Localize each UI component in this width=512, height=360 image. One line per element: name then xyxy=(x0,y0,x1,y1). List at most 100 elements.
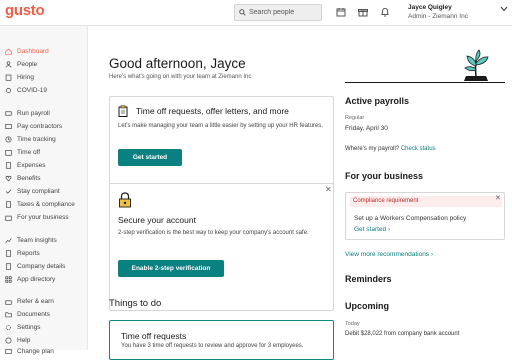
card-title: Secure your account xyxy=(118,215,196,225)
payroll-status-line: Where's my payroll? Check status xyxy=(345,146,436,152)
sidebar-item-settings[interactable]: Settings xyxy=(5,322,41,333)
sidebar-item-label: Company details xyxy=(17,263,66,270)
contractor-icon xyxy=(5,124,12,129)
search-box[interactable] xyxy=(234,4,322,21)
sidebar-item-label: For your business xyxy=(17,214,69,221)
view-more-label: View more recommendations xyxy=(345,251,430,258)
sidebar-item-covid-19[interactable]: COVID-19 xyxy=(5,85,47,96)
sidebar-item-benefits[interactable]: Benefits xyxy=(5,173,41,184)
user-menu[interactable]: Jayce Quigley Admin - Ziemann Inc xyxy=(408,3,468,21)
sidebar-item-app-directory[interactable]: App directory xyxy=(5,274,55,285)
secure-account-card: ✕ Secure your account 2-step verificatio… xyxy=(109,183,334,311)
chevron-right-icon: › xyxy=(430,251,434,258)
report-icon xyxy=(6,250,11,257)
sidebar-item-label: Refer & earn xyxy=(17,298,54,305)
card-body: 2-step verification is the best way to k… xyxy=(118,230,309,236)
sidebar-item-label: Team insights xyxy=(17,237,57,244)
sidebar-item-hiring[interactable]: Hiring xyxy=(5,72,34,83)
card-title: Time off requests, offer letters, and mo… xyxy=(136,106,289,116)
reminders-heading: Reminders xyxy=(345,274,392,284)
get-started-button[interactable]: Get started xyxy=(118,149,182,166)
search-input[interactable] xyxy=(249,9,319,16)
today-label: Today xyxy=(345,321,360,327)
sidebar-item-help[interactable]: Help xyxy=(5,335,30,346)
chevron-right-icon: › xyxy=(387,226,391,233)
sidebar-item-run-payroll[interactable]: Run payroll xyxy=(5,108,50,119)
plan-icon xyxy=(5,349,12,354)
sidebar-item-label: COVID-19 xyxy=(17,87,47,94)
folder-icon xyxy=(5,312,12,318)
heart-icon xyxy=(5,175,12,182)
plant-illustration xyxy=(464,49,489,81)
compliance-get-started-link[interactable]: Get started › xyxy=(354,226,390,233)
calendar-icon xyxy=(5,150,12,156)
clipboard-icon xyxy=(118,105,128,117)
sidebar-item-for-your-business[interactable]: For your business xyxy=(5,212,69,223)
sidebar-item-label: Change plan xyxy=(17,348,54,355)
bell-icon[interactable] xyxy=(378,5,392,19)
covid-icon xyxy=(6,88,11,93)
todo-title: Time off requests xyxy=(121,331,187,341)
sidebar-item-label: Documents xyxy=(17,311,50,318)
sidebar-item-label: Dashboard xyxy=(17,48,49,55)
sidebar-item-label: People xyxy=(17,61,38,68)
sidebar-item-reports[interactable]: Reports xyxy=(5,248,40,259)
briefcase-icon xyxy=(5,215,12,221)
enable-2step-button[interactable]: Enable 2-step verification xyxy=(118,260,224,277)
compliance-link-label: Get started xyxy=(354,226,387,233)
active-payrolls-heading: Active payrolls xyxy=(345,96,410,106)
regular-label: Regular xyxy=(345,115,365,121)
clock-icon xyxy=(5,136,12,143)
gusto-logo[interactable]: gusto xyxy=(5,2,45,19)
sidebar-item-company-details[interactable]: Company details xyxy=(5,261,65,272)
debit-text: Debit $28,022 from company bank account xyxy=(345,331,460,337)
sidebar-item-team-insights[interactable]: Team insights xyxy=(5,235,57,246)
sidebar-item-label: Time tracking xyxy=(17,136,56,143)
sidebar-item-label: Taxes & compliance xyxy=(17,201,75,208)
things-to-do-heading: Things to do xyxy=(109,298,162,309)
gift-icon[interactable] xyxy=(356,5,370,19)
view-more-link[interactable]: View more recommendations › xyxy=(345,251,433,258)
user-role: Admin - Ziemann Inc xyxy=(408,13,468,20)
card-body: Let's make managing your team a little e… xyxy=(118,123,323,129)
sidebar-item-time-tracking[interactable]: Time tracking xyxy=(5,134,56,145)
sidebar-item-label: Time off xyxy=(17,149,41,156)
clipboard-icon xyxy=(5,74,12,81)
sidebar-item-taxes-compliance[interactable]: Taxes & compliance xyxy=(5,199,75,210)
close-icon[interactable]: ✕ xyxy=(495,194,501,202)
sidebar-item-time-off[interactable]: Time off xyxy=(5,147,40,158)
compliance-badge: Compliance requirement xyxy=(350,196,502,207)
sidebar-item-label: Pay contractors xyxy=(17,123,63,130)
for-your-business-heading: For your business xyxy=(345,171,424,181)
payroll-icon xyxy=(5,111,12,116)
check-status-link[interactable]: Check status xyxy=(401,146,436,152)
sidebar-item-label: Run payroll xyxy=(17,110,50,117)
upcoming-heading: Upcoming xyxy=(345,301,389,311)
chevron-down-icon[interactable] xyxy=(500,6,508,12)
sidebar-item-change-plan[interactable]: Change plan xyxy=(5,346,54,357)
payroll-date: Friday, April 30 xyxy=(345,125,388,132)
sidebar-item-stay-compliant[interactable]: Stay compliant xyxy=(5,186,60,197)
sidebar-item-label: Help xyxy=(17,337,31,344)
sidebar-item-documents[interactable]: Documents xyxy=(5,309,50,320)
search-icon xyxy=(239,9,246,16)
insights-icon xyxy=(5,238,12,243)
sidebar-item-pay-contractors[interactable]: Pay contractors xyxy=(5,121,62,132)
calendar-icon[interactable] xyxy=(334,5,348,19)
sidebar-item-label: App directory xyxy=(17,276,56,283)
building-icon xyxy=(6,263,11,270)
page-subtitle: Here's what's going on with your team at… xyxy=(109,74,252,80)
close-icon[interactable]: ✕ xyxy=(325,185,332,194)
todo-card[interactable]: Time off requests You have 3 time off re… xyxy=(109,320,334,360)
check-icon xyxy=(5,189,12,194)
wheres-my-payroll-text: Where's my payroll? xyxy=(345,146,400,152)
sidebar-item-people[interactable]: People xyxy=(5,59,37,70)
sidebar-item-dashboard[interactable]: Dashboard xyxy=(5,46,49,57)
todo-body: You have 3 time off requests to review a… xyxy=(121,343,304,349)
compliance-card: Compliance requirement ✕ Set up a Worker… xyxy=(345,192,505,240)
sidebar-item-expenses[interactable]: Expenses xyxy=(5,160,46,171)
gift-icon xyxy=(5,300,12,305)
sidebar-item-label: Reports xyxy=(17,250,40,257)
main-content: Good afternoon, Jayce Here's what's goin… xyxy=(88,26,512,360)
sidebar-item-refer-earn[interactable]: Refer & earn xyxy=(5,296,54,307)
